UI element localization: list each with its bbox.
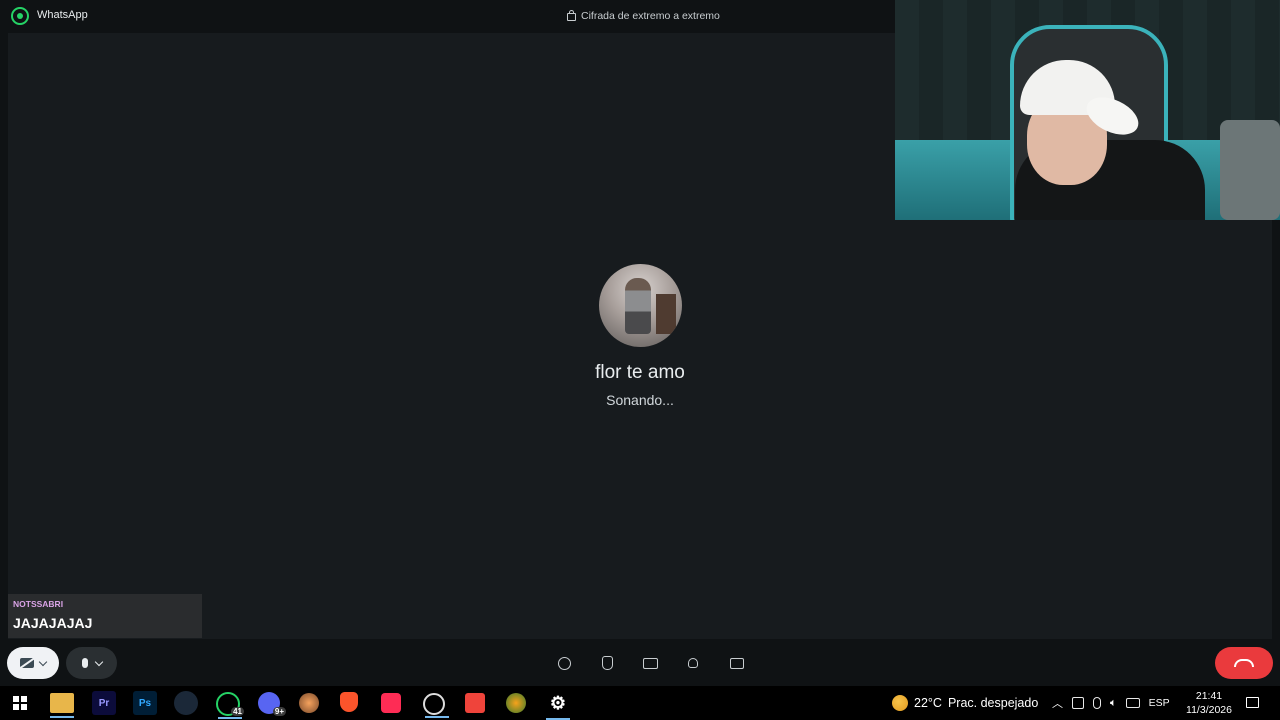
microphone-tray-icon[interactable] xyxy=(1093,697,1101,709)
chat-message: JAJAJAJAJ xyxy=(13,615,93,631)
microphone-icon xyxy=(81,658,88,668)
weather-sun-icon xyxy=(892,695,908,711)
encryption-label: Cifrada de extremo a extremo xyxy=(581,10,720,22)
anydesk-icon[interactable] xyxy=(465,693,485,713)
weather-widget[interactable]: 22°C Prac. despejado xyxy=(892,695,1038,711)
hang-up-icon xyxy=(1234,659,1254,667)
weather-temp: 22°C xyxy=(914,696,942,710)
chevron-up-icon[interactable]: ︿ xyxy=(1052,695,1063,711)
lock-icon xyxy=(567,10,576,21)
brave-icon[interactable] xyxy=(340,692,358,712)
screen-share-icon xyxy=(642,657,658,669)
tiktok-icon[interactable] xyxy=(381,693,401,713)
call-status: Sonando... xyxy=(606,392,674,408)
device-icon[interactable] xyxy=(1072,697,1084,709)
app-orb-icon[interactable] xyxy=(299,693,319,713)
settings-gear-icon[interactable]: ⚙ xyxy=(546,691,570,720)
microphone-toggle-button[interactable] xyxy=(66,647,117,679)
call-controls-bar xyxy=(0,640,1280,686)
chat-username: NOTSSABRI xyxy=(13,599,64,609)
camera-off-icon xyxy=(20,658,34,668)
screen-share-button[interactable] xyxy=(641,654,659,672)
discord-badge: 9+ xyxy=(272,707,286,716)
notifications-icon[interactable] xyxy=(1246,697,1259,708)
chevron-down-icon xyxy=(94,657,103,666)
add-participant-button[interactable] xyxy=(684,654,702,672)
fl-studio-icon[interactable] xyxy=(506,693,526,713)
file-explorer-icon[interactable] xyxy=(50,693,74,718)
camera-toggle-button[interactable] xyxy=(7,647,59,679)
stream-chat-overlay: NOTSSABRI JAJAJAJAJ xyxy=(8,594,202,638)
windows-logo-icon xyxy=(13,696,27,710)
add-participant-icon xyxy=(688,658,698,668)
encryption-notice: Cifrada de extremo a extremo xyxy=(567,10,720,22)
discord-icon[interactable]: 9+ xyxy=(258,692,286,716)
photoshop-icon[interactable]: Ps xyxy=(133,691,157,715)
end-call-button[interactable] xyxy=(1215,647,1273,679)
reactions-button[interactable] xyxy=(555,654,573,672)
volume-icon[interactable]: 🔈︎ xyxy=(1110,697,1117,710)
contact-avatar xyxy=(599,264,682,347)
network-icon[interactable] xyxy=(1125,698,1140,708)
app-title: WhatsApp xyxy=(37,9,88,21)
whatsapp-logo-icon xyxy=(11,7,29,25)
premiere-pro-icon[interactable]: Pr xyxy=(92,691,116,715)
chat-icon xyxy=(730,657,744,669)
taskbar-clock[interactable]: 21:41 11/3/2026 xyxy=(1184,689,1234,717)
raise-hand-icon xyxy=(601,656,613,670)
chevron-down-icon xyxy=(38,657,48,666)
contact-name: flor te amo xyxy=(595,362,685,383)
start-button[interactable] xyxy=(8,691,32,715)
streamer-webcam-overlay xyxy=(895,0,1280,220)
chat-button[interactable] xyxy=(728,654,746,672)
emoji-reactions-icon xyxy=(557,656,571,670)
weather-desc: Prac. despejado xyxy=(947,696,1039,710)
system-tray: ︿ 🔈︎ ESP xyxy=(1052,695,1170,711)
whatsapp-icon[interactable]: 41 xyxy=(216,692,244,719)
windows-taskbar: Pr Ps 41 9+ ⚙ 22°C Prac. despejado ︿ 🔈︎ … xyxy=(0,686,1280,720)
language-indicator[interactable]: ESP xyxy=(1149,697,1170,709)
steam-icon[interactable] xyxy=(174,691,198,715)
raise-hand-button[interactable] xyxy=(598,654,616,672)
clock-time: 21:41 xyxy=(1195,690,1223,702)
obs-icon[interactable] xyxy=(423,693,449,718)
whatsapp-badge: 41 xyxy=(231,707,244,716)
clock-date: 11/3/2026 xyxy=(1186,704,1232,716)
